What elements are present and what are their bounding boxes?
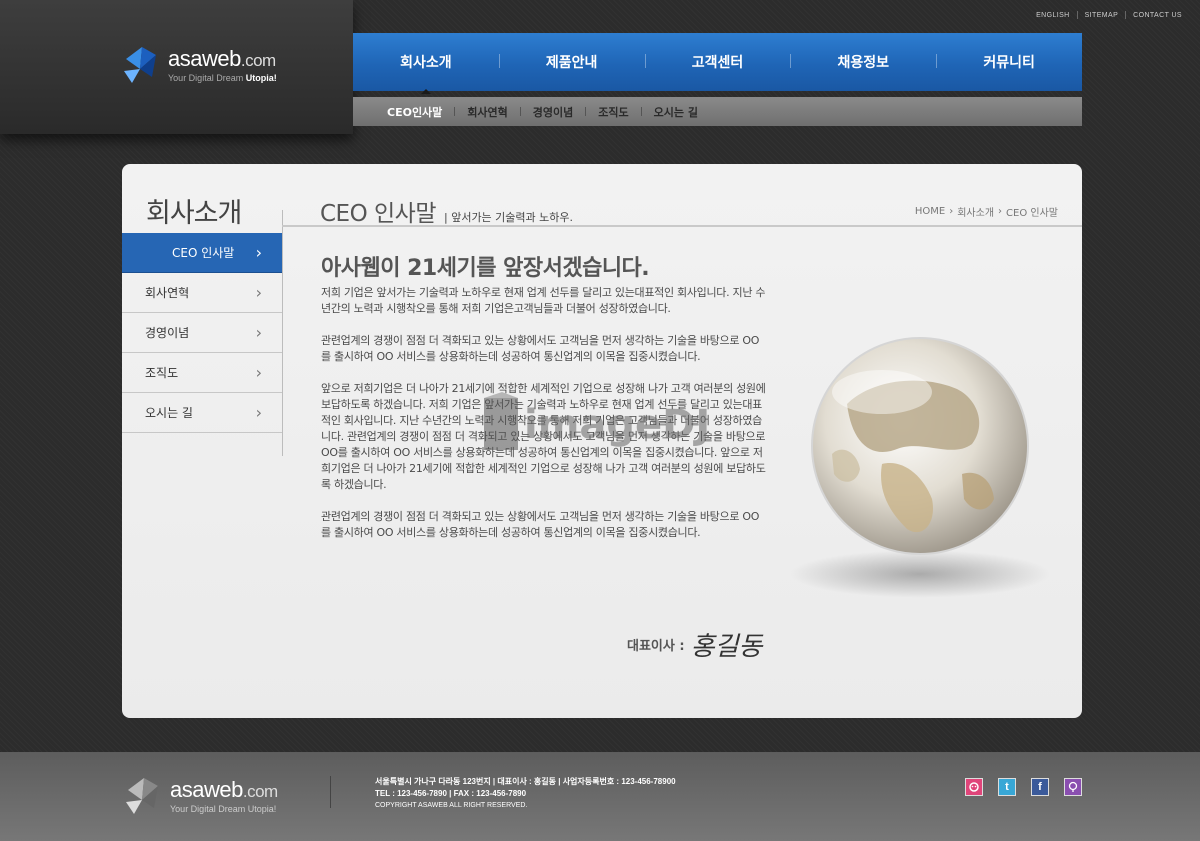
headline: 아사웹이 21세기를 앞장서겠습니다. [321, 256, 650, 281]
nav-item-products[interactable]: 제품안내 [498, 52, 645, 72]
copyright: COPYRIGHT ASAWEB ALL RIGHT RESERVED. [375, 802, 528, 809]
footer-logo-text: asaweb.com Your Digital Dream Utopia! [170, 776, 278, 814]
watermark-text: imageDJ [524, 402, 710, 448]
logo-mark-icon [124, 47, 156, 83]
sidebar-item-label: 경영이념 [145, 326, 190, 340]
page-description: | 앞서가는 기술력과 노하우. [444, 211, 574, 224]
breadcrumb-current: CEO 인사말 [1006, 208, 1058, 219]
blog-icon[interactable] [1064, 778, 1082, 796]
chevron-right-icon: › [255, 362, 262, 382]
sidebar-item-label: 회사연혁 [145, 286, 190, 300]
sidebar-item-label: 오시는 길 [145, 406, 193, 420]
company-address: 서울특별시 가나구 다라동 123번지 | 대표이사 : 홍길동 | 사업자등록… [375, 777, 676, 786]
sidebar-title: 회사소개 [146, 198, 242, 229]
divider [454, 107, 456, 116]
chevron-right-icon: › [255, 282, 262, 302]
me2day-icon[interactable] [965, 778, 983, 796]
divider [1125, 11, 1127, 19]
logo-tld: .com [242, 781, 278, 801]
header-logo-area: asaweb.com Your Digital Dream Utopia! [0, 0, 353, 134]
divider [640, 107, 642, 116]
logo-name: asaweb [168, 45, 241, 71]
page-title: CEO 인사말 [320, 201, 437, 227]
sidebar-item-label: 조직도 [145, 366, 179, 380]
util-link-english[interactable]: ENGLISH [1036, 12, 1070, 19]
breadcrumb-home[interactable]: HOME [915, 206, 945, 217]
twitter-icon[interactable]: t [998, 778, 1016, 796]
logo[interactable]: asaweb.com Your Digital Dream Utopia! [122, 43, 277, 87]
logo-slogan-bold: Utopia! [245, 72, 277, 83]
nav-item-community[interactable]: 커뮤니티 [936, 52, 1082, 72]
subnav-item-ceo[interactable]: CEO인사말 [387, 104, 442, 120]
logo-slogan-end: Utopia! [247, 803, 277, 814]
sidebar-item-ceo[interactable]: CEO 인사말 › [122, 233, 282, 273]
greeting-paragraph: 관련업계의 경쟁이 점점 더 격화되고 있는 상황에서도 고객님을 먼저 생각하… [321, 334, 760, 363]
logo-name: asaweb [170, 776, 243, 802]
sidebar-item-philosophy[interactable]: 경영이념 › [122, 313, 282, 353]
chevron-right-icon: › [255, 322, 262, 342]
facebook-icon[interactable]: f [1031, 778, 1049, 796]
logo-mark-icon [126, 778, 158, 814]
subnav-item-philosophy[interactable]: 경영이념 [533, 104, 573, 120]
footer-divider [330, 776, 331, 808]
breadcrumb: HOME › 회사소개 › CEO 인사말 [915, 204, 1058, 219]
divider [585, 107, 587, 116]
company-info: 서울특별시 가나구 다라동 123번지 | 대표이사 : 홍길동 | 사업자등록… [375, 776, 676, 812]
breadcrumb-separator-icon: › [998, 206, 1003, 217]
nav-item-recruit[interactable]: 채용정보 [790, 52, 936, 72]
breadcrumb-separator-icon: › [949, 206, 954, 217]
greeting-paragraph: 저희 기업은 앞서가는 기술력과 노하우로 현재 업계 선두를 달리고 있는대표… [321, 286, 766, 315]
header-divider [282, 225, 1082, 227]
globe-image [790, 337, 1050, 598]
content-panel: 회사소개 CEO 인사말 › 회사연혁 › 경영이념 › 조직도 › 오시는 길… [122, 164, 1082, 718]
logo-slogan: Your Digital Dream [168, 72, 246, 83]
subnav-item-organization[interactable]: 조직도 [598, 104, 628, 120]
subnav-item-history[interactable]: 회사연혁 [467, 104, 507, 120]
main-nav: 회사소개 제품안내 고객센터 채용정보 커뮤니티 [353, 33, 1082, 94]
greeting-paragraph: 관련업계의 경쟁이 점점 더 격화되고 있는 상황에서도 고객님을 먼저 생각하… [321, 510, 760, 539]
util-link-contact[interactable]: CONTACT US [1133, 12, 1182, 19]
sidebar-item-label: CEO 인사말 [172, 246, 235, 260]
divider [1076, 11, 1078, 19]
util-link-sitemap[interactable]: SITEMAP [1085, 12, 1119, 19]
ceo-signature: 대표이사 : 홍길동 [627, 626, 762, 663]
sidebar-divider [282, 210, 283, 456]
breadcrumb-section[interactable]: 회사소개 [957, 204, 994, 219]
page-header: CEO 인사말 | 앞서가는 기술력과 노하우. [320, 194, 573, 228]
sidebar-item-history[interactable]: 회사연혁 › [122, 273, 282, 313]
sub-nav: CEO인사말 회사연혁 경영이념 조직도 오시는 길 [353, 97, 1082, 126]
footer-logo[interactable]: asaweb.com Your Digital Dream Utopia! [124, 774, 278, 818]
subnav-item-directions[interactable]: 오시는 길 [654, 104, 698, 120]
company-contact: TEL : 123-456-7890 | FAX : 123-456-7890 [375, 789, 527, 798]
signature-name: 홍길동 [690, 632, 763, 662]
footer: asaweb.com Your Digital Dream Utopia! 서울… [0, 752, 1200, 841]
logo-tld: .com [240, 50, 276, 70]
utility-links: ENGLISH SITEMAP CONTACT US [1036, 11, 1182, 19]
logo-text: asaweb.com Your Digital Dream Utopia! [168, 45, 277, 83]
chevron-right-icon: › [255, 242, 262, 262]
sidebar-menu: CEO 인사말 › 회사연혁 › 경영이념 › 조직도 › 오시는 길 › [122, 233, 282, 433]
divider [519, 107, 521, 116]
signature-label: 대표이사 : [627, 639, 685, 654]
chevron-right-icon: › [255, 402, 262, 422]
sidebar-item-organization[interactable]: 조직도 › [122, 353, 282, 393]
sidebar-item-directions[interactable]: 오시는 길 › [122, 393, 282, 433]
sns-links: t f [950, 778, 1082, 796]
logo-slogan: Your Digital Dream [170, 803, 248, 814]
nav-item-support[interactable]: 고객센터 [644, 52, 791, 72]
nav-item-company[interactable]: 회사소개 [353, 52, 499, 94]
watermark-logo: imageDJ [484, 392, 710, 450]
